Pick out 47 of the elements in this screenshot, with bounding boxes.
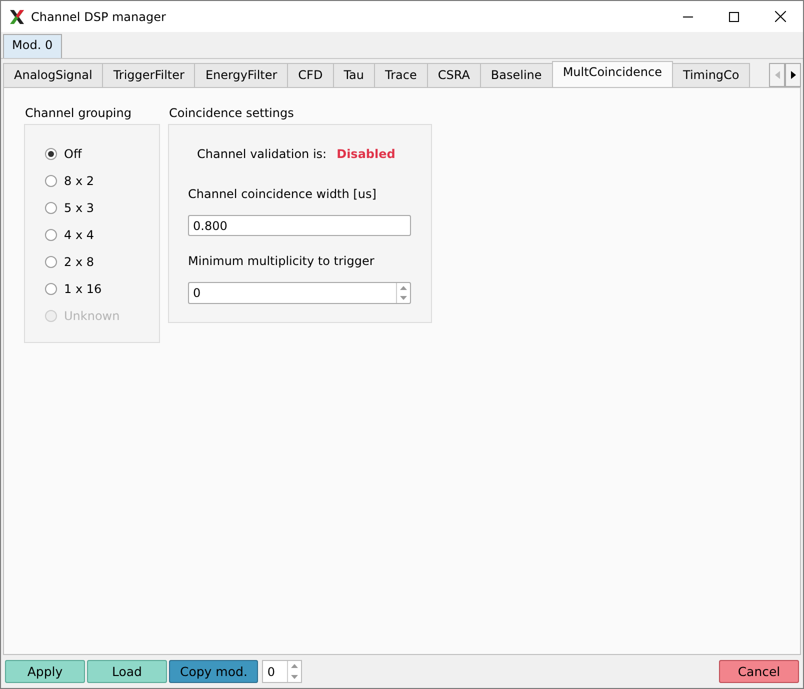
radio-option[interactable]: 1 x 16: [45, 280, 159, 297]
radio-option[interactable]: 2 x 8: [45, 253, 159, 270]
tab[interactable]: TriggerFilter: [102, 63, 196, 87]
module-tab[interactable]: Mod. 0: [3, 34, 62, 58]
radio-icon[interactable]: [45, 282, 57, 294]
radio-option[interactable]: 8 x 2: [45, 172, 159, 189]
left-arrow-icon: [774, 71, 780, 79]
validation-label: Channel validation is:: [197, 147, 327, 161]
radio-option[interactable]: 5 x 3: [45, 199, 159, 216]
up-arrow-icon[interactable]: [291, 664, 298, 668]
group-title: Channel grouping: [24, 106, 132, 120]
radio-option[interactable]: 4 x 4: [45, 226, 159, 243]
group-title: Coincidence settings: [168, 106, 295, 120]
footer-button[interactable]: Load: [87, 660, 167, 683]
tab[interactable]: TimingCo: [672, 63, 750, 87]
right-arrow-icon: [790, 71, 796, 79]
radio-option[interactable]: Off: [45, 145, 159, 162]
multiplicity-spinbox[interactable]: 0: [188, 282, 411, 304]
tab[interactable]: MultCoincidence: [552, 61, 673, 87]
tab[interactable]: AnalogSignal: [3, 63, 104, 87]
tab[interactable]: CFD: [287, 63, 334, 87]
radio-icon[interactable]: [45, 174, 57, 186]
maximize-icon[interactable]: [729, 12, 739, 22]
scroll-right-button[interactable]: [785, 63, 801, 87]
tab[interactable]: Tau: [332, 63, 376, 87]
radio-icon[interactable]: [45, 148, 57, 160]
up-arrow-icon[interactable]: [400, 286, 407, 290]
footer-button[interactable]: Apply: [5, 660, 85, 683]
radio-icon[interactable]: [45, 256, 57, 268]
down-arrow-icon[interactable]: [400, 296, 407, 300]
app-logo-icon: [9, 8, 25, 24]
validation-status: Disabled: [336, 147, 396, 161]
radio-icon[interactable]: [45, 228, 57, 240]
cancel-button[interactable]: Cancel: [719, 660, 799, 683]
down-arrow-icon[interactable]: [291, 674, 298, 679]
close-icon[interactable]: [774, 11, 786, 22]
tab[interactable]: CSRA: [426, 63, 481, 87]
tab[interactable]: EnergyFilter: [194, 63, 288, 87]
width-label: Channel coincidence width [us]: [188, 187, 378, 201]
width-field[interactable]: 0.800: [188, 215, 411, 236]
radio-icon[interactable]: [45, 202, 57, 214]
module-spinbox[interactable]: 0: [262, 660, 302, 683]
tab[interactable]: Trace: [374, 63, 428, 87]
tab[interactable]: Baseline: [480, 63, 553, 87]
footer-button[interactable]: Copy mod.: [169, 660, 258, 683]
multiplicity-label: Minimum multiplicity to trigger: [188, 254, 376, 268]
window-title: Channel DSP manager: [31, 10, 166, 24]
